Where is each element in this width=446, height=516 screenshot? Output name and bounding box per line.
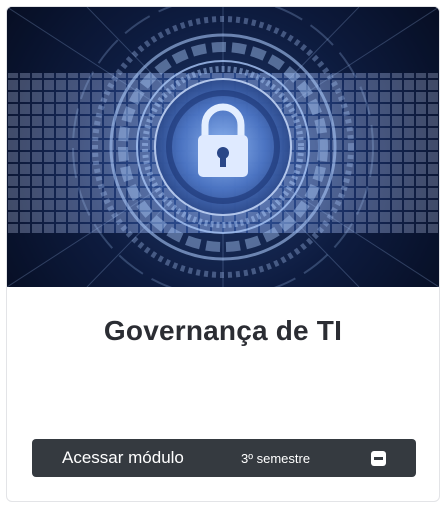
- minus-square-icon[interactable]: [371, 451, 386, 466]
- module-title: Governança de TI: [103, 315, 343, 346]
- access-module-label: Acessar módulo: [62, 448, 184, 467]
- access-module-button[interactable]: Acessar módulo 3º semestre: [32, 439, 416, 477]
- module-card: Governança de TI Acessar módulo 3º semes…: [6, 6, 440, 502]
- cyber-security-image: [7, 7, 439, 287]
- semester-label: 3º semestre: [241, 451, 311, 466]
